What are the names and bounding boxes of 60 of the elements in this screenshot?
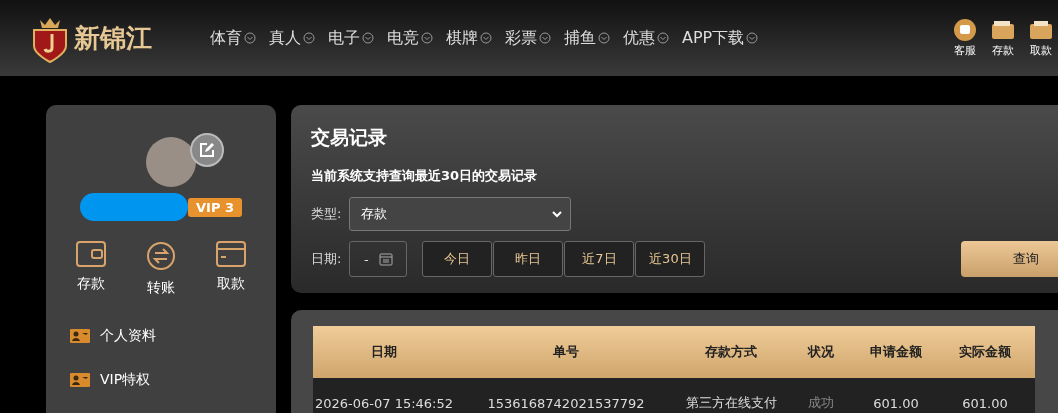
date-range-button[interactable]: 近30日 <box>635 241 706 277</box>
page-title: 交易记录 <box>311 125 388 150</box>
table-cell: 601.00 <box>857 378 935 413</box>
nav-link[interactable]: 优惠 <box>623 27 669 49</box>
card-icon <box>216 241 246 267</box>
date-range-button[interactable]: 昨日 <box>493 241 564 277</box>
type-label: 类型: <box>311 205 342 223</box>
table-cell: 1536168742021537792 <box>455 378 677 413</box>
logo-text: 新锦江 <box>74 21 152 55</box>
date-range-button[interactable]: 今日 <box>422 241 493 277</box>
profile-card-icon <box>70 329 90 343</box>
edit-avatar-button[interactable] <box>190 133 224 167</box>
column-header: 日期 <box>313 326 455 378</box>
query-button[interactable]: 查询 <box>961 241 1058 277</box>
quick-action-button[interactable]: 转账 <box>141 241 181 297</box>
table-cell: 2026-06-07 15:46:52 <box>313 378 455 413</box>
quick-action-button[interactable]: 取款 <box>211 241 251 297</box>
date-field[interactable]: - <box>349 241 408 277</box>
nav-link[interactable]: 彩票 <box>505 27 551 49</box>
column-header: 状况 <box>785 326 857 378</box>
nav-link[interactable]: 棋牌 <box>446 27 492 49</box>
header-action-link[interactable]: 客服 <box>950 18 980 58</box>
chevron-down-icon <box>598 32 610 44</box>
info-text: 当前系统支持查询最近30日的交易记录 <box>311 167 539 185</box>
nav-link[interactable]: APP下载 <box>682 27 759 49</box>
column-header: 实际金额 <box>935 326 1035 378</box>
chevron-down-icon <box>552 210 563 218</box>
nav-link[interactable]: 真人 <box>269 27 315 49</box>
chevron-down-icon <box>244 32 256 44</box>
transfer-icon <box>146 241 176 271</box>
date-label: 日期: <box>311 250 342 268</box>
table-cell: 成功 <box>785 378 857 413</box>
header-action-link[interactable]: 存款 <box>988 18 1018 58</box>
chevron-down-icon <box>480 32 492 44</box>
sidebar-menu-item[interactable]: 个人资料 <box>70 327 276 345</box>
column-header: 申请金额 <box>857 326 935 378</box>
chevron-down-icon <box>362 32 374 44</box>
column-header: 单号 <box>455 326 677 378</box>
chevron-down-icon <box>303 32 315 44</box>
vip-badge: VIP 3 <box>188 197 242 217</box>
profile-card-icon <box>70 373 90 387</box>
chevron-down-icon <box>657 32 669 44</box>
edit-icon <box>199 142 215 158</box>
nav-link[interactable]: 体育 <box>210 27 256 49</box>
table-cell: 第三方在线支付 <box>677 378 785 413</box>
avatar <box>146 137 196 187</box>
chevron-down-icon <box>539 32 551 44</box>
chevron-down-icon <box>421 32 433 44</box>
type-select[interactable]: 存款 <box>349 197 572 231</box>
table-cell: 601.00 <box>935 378 1035 413</box>
column-header: 存款方式 <box>677 326 785 378</box>
nav-link[interactable]: 电竞 <box>387 27 433 49</box>
nav-link[interactable]: 电子 <box>328 27 374 49</box>
quick-action-button[interactable]: 存款 <box>71 241 111 297</box>
nav-link[interactable]: 捕鱼 <box>564 27 610 49</box>
sidebar-menu-item[interactable]: VIP特权 <box>70 371 276 389</box>
date-range-button[interactable]: 近7日 <box>564 241 635 277</box>
calendar-icon <box>378 252 393 266</box>
header-action-link[interactable]: 取款 <box>1026 18 1056 58</box>
chevron-down-icon <box>746 32 759 44</box>
